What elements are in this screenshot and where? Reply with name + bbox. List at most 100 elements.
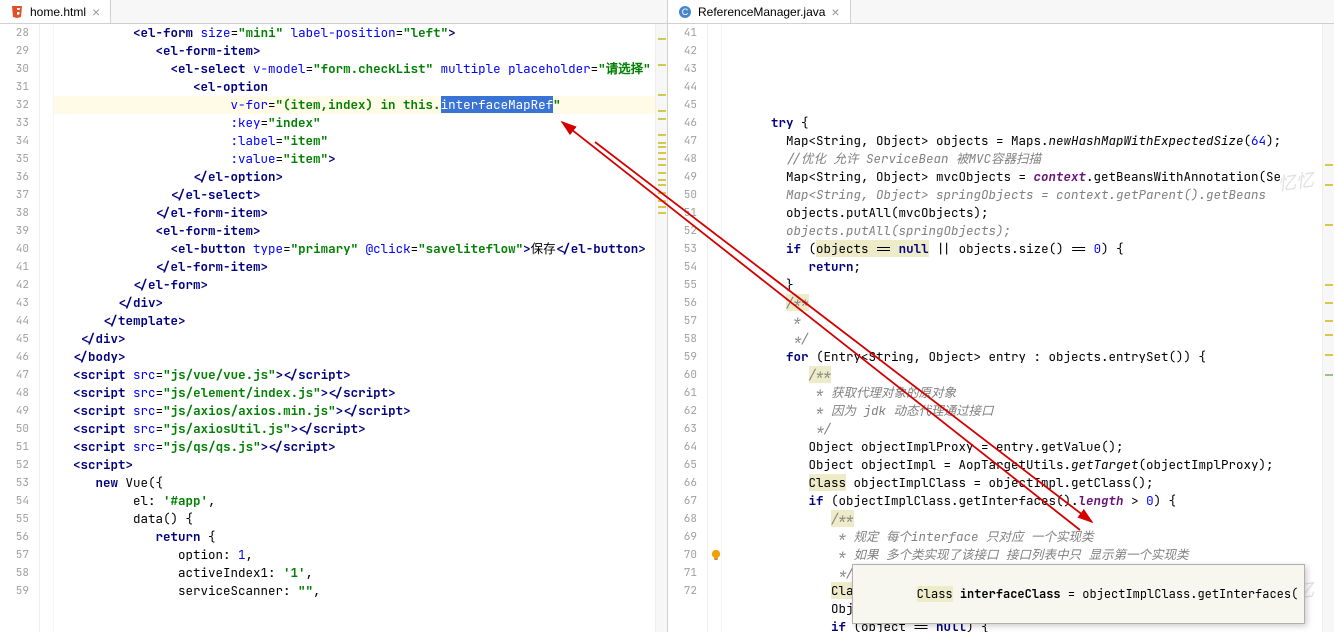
line-number: 66 bbox=[668, 474, 697, 492]
code-line[interactable]: <script src="js/qs/qs.js"></script> bbox=[54, 438, 655, 456]
code-line[interactable]: </div> bbox=[54, 294, 655, 312]
code-line[interactable]: return { bbox=[54, 528, 655, 546]
error-stripe-left[interactable] bbox=[655, 24, 667, 632]
editor-pane-right: C ReferenceManager.java × 41424344454647… bbox=[668, 0, 1334, 632]
line-number: 46 bbox=[668, 114, 697, 132]
html-file-icon bbox=[10, 5, 24, 19]
code-line[interactable]: :value="item"> bbox=[54, 150, 655, 168]
line-number: 51 bbox=[0, 438, 29, 456]
code-line[interactable]: el: '#app', bbox=[54, 492, 655, 510]
code-line[interactable]: </template> bbox=[54, 312, 655, 330]
code-line[interactable]: new Vue({ bbox=[54, 474, 655, 492]
close-icon[interactable]: × bbox=[92, 4, 100, 20]
line-number: 40 bbox=[0, 240, 29, 258]
code-area-left[interactable]: <el-form size="mini" label-position="lef… bbox=[54, 24, 655, 632]
tab-reference-manager[interactable]: C ReferenceManager.java × bbox=[668, 0, 851, 23]
line-number: 47 bbox=[668, 132, 697, 150]
editor-right[interactable]: 4142434445464748495051525354555657585960… bbox=[668, 24, 1334, 632]
line-number: 42 bbox=[668, 42, 697, 60]
line-number: 64 bbox=[668, 438, 697, 456]
line-number: 31 bbox=[0, 78, 29, 96]
line-number: 50 bbox=[668, 186, 697, 204]
line-number: 34 bbox=[0, 132, 29, 150]
line-number: 70 bbox=[668, 546, 697, 564]
code-area-right[interactable]: Class interfaceClass = objectImplClass.g… bbox=[722, 24, 1322, 632]
line-number: 44 bbox=[0, 312, 29, 330]
line-number: 41 bbox=[668, 24, 697, 42]
code-line[interactable]: <script src="js/axiosUtil.js"></script> bbox=[54, 420, 655, 438]
code-line[interactable]: /** bbox=[722, 510, 1322, 528]
code-line[interactable]: </div> bbox=[54, 330, 655, 348]
code-line[interactable]: */ bbox=[722, 330, 1322, 348]
code-line[interactable]: return; bbox=[722, 258, 1322, 276]
code-line[interactable]: <script src="js/vue/vue.js"></script> bbox=[54, 366, 655, 384]
code-line[interactable]: Map<String, Object> objects = Maps.newHa… bbox=[722, 132, 1322, 150]
code-line[interactable]: :key="index" bbox=[54, 114, 655, 132]
code-line[interactable]: /** bbox=[722, 366, 1322, 384]
code-line[interactable]: activeIndex1: '1', bbox=[54, 564, 655, 582]
code-line[interactable]: try { bbox=[722, 114, 1322, 132]
code-line[interactable]: Map<String, Object> springObjects = cont… bbox=[722, 186, 1322, 204]
code-line[interactable]: <el-button type="primary" @click="saveli… bbox=[54, 240, 655, 258]
code-line[interactable]: serviceScanner: "", bbox=[54, 582, 655, 600]
code-line[interactable]: <script src="js/axios/axios.min.js"></sc… bbox=[54, 402, 655, 420]
code-line[interactable]: <el-form size="mini" label-position="lef… bbox=[54, 24, 655, 42]
code-line[interactable]: //优化 允许 ServiceBean 被MVC容器扫描 bbox=[722, 150, 1322, 168]
code-line[interactable]: </el-option> bbox=[54, 168, 655, 186]
line-number: 69 bbox=[668, 528, 697, 546]
code-line[interactable]: Object objectImplProxy = entry.getValue(… bbox=[722, 438, 1322, 456]
error-stripe-right[interactable] bbox=[1322, 24, 1334, 632]
line-number: 30 bbox=[0, 60, 29, 78]
code-line[interactable]: </body> bbox=[54, 348, 655, 366]
line-number: 48 bbox=[0, 384, 29, 402]
tab-label: ReferenceManager.java bbox=[698, 5, 825, 19]
code-line[interactable]: option: 1, bbox=[54, 546, 655, 564]
code-line[interactable]: * bbox=[722, 312, 1322, 330]
tab-home-html[interactable]: home.html × bbox=[0, 0, 111, 23]
code-line[interactable]: </el-form-item> bbox=[54, 258, 655, 276]
code-line[interactable]: <el-form-item> bbox=[54, 42, 655, 60]
code-line[interactable]: Object objectImpl = AopTargetUtils.getTa… bbox=[722, 456, 1322, 474]
code-line[interactable]: */ bbox=[722, 420, 1322, 438]
code-line[interactable]: </el-form> bbox=[54, 276, 655, 294]
code-line[interactable]: Class objectImplClass = objectImpl.getCl… bbox=[722, 474, 1322, 492]
code-line[interactable]: <el-select v-model="form.checkList" mult… bbox=[54, 60, 655, 78]
code-line[interactable]: * 获取代理对象的原对象 bbox=[722, 384, 1322, 402]
code-line[interactable]: } bbox=[722, 276, 1322, 294]
code-line[interactable]: * 规定 每个interface 只对应 一个实现类 bbox=[722, 528, 1322, 546]
code-line[interactable]: <el-form-item> bbox=[54, 222, 655, 240]
code-line[interactable]: <script src="js/element/index.js"></scri… bbox=[54, 384, 655, 402]
code-line[interactable]: for (Entry<String, Object> entry : objec… bbox=[722, 348, 1322, 366]
code-line[interactable]: if (objects == null || objects.size() ==… bbox=[722, 240, 1322, 258]
code-line[interactable]: * 因为 jdk 动态代理通过接口 bbox=[722, 402, 1322, 420]
code-line[interactable]: <script> bbox=[54, 456, 655, 474]
line-number: 67 bbox=[668, 492, 697, 510]
line-number: 43 bbox=[668, 60, 697, 78]
code-line[interactable]: data() { bbox=[54, 510, 655, 528]
line-number: 60 bbox=[668, 366, 697, 384]
code-line[interactable]: if (objectImplClass.getInterfaces().leng… bbox=[722, 492, 1322, 510]
code-line[interactable]: v-for="(item,index) in this.interfaceMap… bbox=[54, 96, 655, 114]
line-number: 59 bbox=[0, 582, 29, 600]
marker-column-right bbox=[708, 24, 722, 632]
line-number: 54 bbox=[0, 492, 29, 510]
code-line[interactable]: <el-option bbox=[54, 78, 655, 96]
bulb-icon[interactable] bbox=[710, 549, 720, 559]
code-line[interactable]: objects.putAll(mvcObjects); bbox=[722, 204, 1322, 222]
code-line[interactable]: objects.putAll(springObjects); bbox=[722, 222, 1322, 240]
line-number: 50 bbox=[0, 420, 29, 438]
editor-left[interactable]: 2829303132333435363738394041424344454647… bbox=[0, 24, 667, 632]
line-number: 48 bbox=[668, 150, 697, 168]
code-line[interactable]: </el-select> bbox=[54, 186, 655, 204]
code-line[interactable]: :label="item" bbox=[54, 132, 655, 150]
code-line[interactable]: * 如果 多个类实现了该接口 接口列表中只 显示第一个实现类 bbox=[722, 546, 1322, 564]
line-number: 54 bbox=[668, 258, 697, 276]
code-line[interactable]: </el-form-item> bbox=[54, 204, 655, 222]
code-line[interactable]: /** bbox=[722, 294, 1322, 312]
tab-label: home.html bbox=[30, 5, 86, 19]
line-number: 68 bbox=[668, 510, 697, 528]
tab-bar-left: home.html × bbox=[0, 0, 667, 24]
line-number: 51 bbox=[668, 204, 697, 222]
close-icon[interactable]: × bbox=[831, 4, 839, 20]
code-line[interactable]: Map<String, Object> mvcObjects = context… bbox=[722, 168, 1322, 186]
